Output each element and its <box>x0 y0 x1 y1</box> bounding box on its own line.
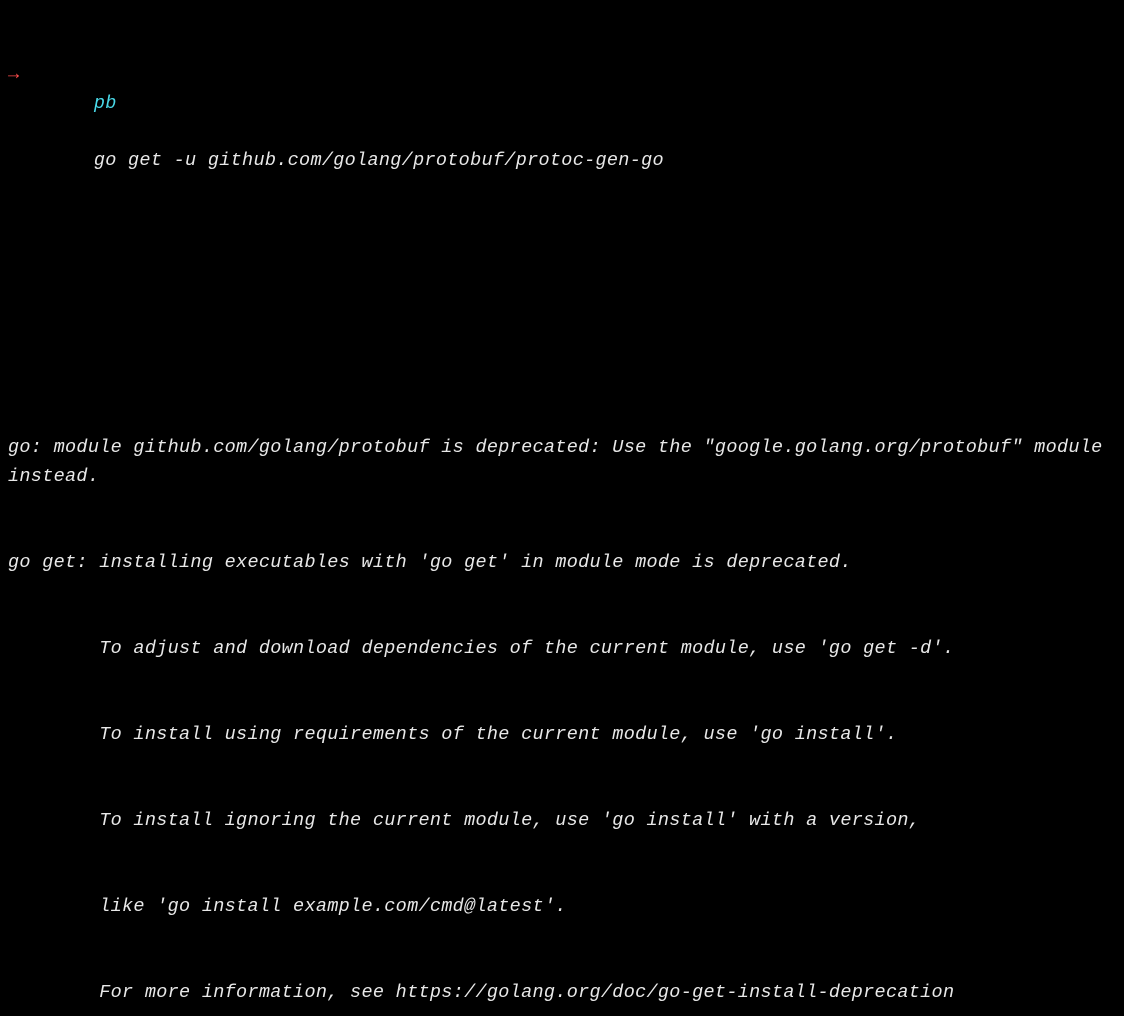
output-line: To adjust and download dependencies of t… <box>8 635 1116 664</box>
blank-line <box>8 262 1116 291</box>
output-line: For more information, see https://golang… <box>8 979 1116 1008</box>
command-line-1: → pb go get -u github.com/golang/protobu… <box>8 61 1116 204</box>
blank-line <box>8 348 1116 377</box>
prompt-directory: pb <box>94 93 117 114</box>
output-line: like 'go install example.com/cmd@latest'… <box>8 893 1116 922</box>
output-line: To install using requirements of the cur… <box>8 721 1116 750</box>
prompt-arrow-icon: → <box>8 61 19 90</box>
output-line: To install ignoring the current module, … <box>8 807 1116 836</box>
command-text: go get -u github.com/golang/protobuf/pro… <box>94 150 664 171</box>
output-line: go get: installing executables with 'go … <box>8 549 1116 578</box>
terminal-window[interactable]: → pb go get -u github.com/golang/protobu… <box>8 4 1116 1016</box>
output-line: go: module github.com/golang/protobuf is… <box>8 434 1116 491</box>
